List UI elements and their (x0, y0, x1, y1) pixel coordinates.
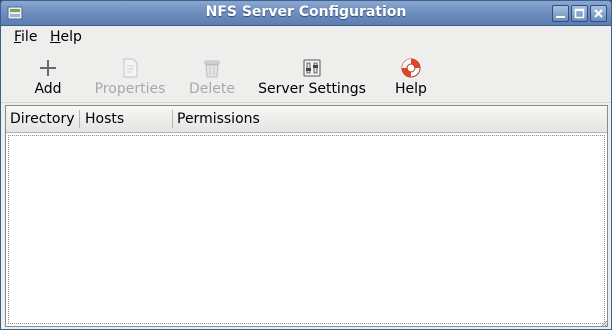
close-icon (594, 9, 603, 18)
minimize-icon (556, 16, 565, 18)
add-button[interactable]: Add (25, 49, 71, 101)
help-button[interactable]: Help (389, 49, 433, 101)
properties-icon (123, 58, 138, 78)
column-header-directory[interactable]: Directory (6, 106, 80, 133)
menu-bar: File Help (1, 26, 611, 48)
title-bar[interactable]: NFS Server Configuration (1, 1, 611, 26)
help-label: Help (395, 81, 427, 97)
menu-help-mnemonic: H (50, 29, 61, 45)
plus-icon (40, 60, 56, 76)
list-body[interactable] (8, 135, 605, 324)
lifebuoy-icon (401, 58, 421, 78)
column-header-permissions[interactable]: Permissions (173, 106, 607, 133)
server-settings-button[interactable]: Server Settings (255, 49, 369, 101)
properties-label: Properties (94, 81, 166, 97)
toolbar: Add Properties Delete Server Settings He… (1, 49, 611, 103)
menu-file-label: ile (21, 29, 38, 45)
menu-file[interactable]: File (14, 29, 37, 45)
minimize-button[interactable] (552, 5, 569, 22)
resize-grip-icon[interactable] (599, 317, 609, 327)
settings-icon (303, 59, 321, 77)
close-button[interactable] (590, 5, 607, 22)
server-settings-label: Server Settings (258, 81, 366, 97)
menu-file-mnemonic: F (14, 29, 22, 45)
window-title: NFS Server Configuration (205, 4, 407, 20)
exports-list[interactable]: Directory Hosts Permissions (5, 105, 608, 327)
maximize-button[interactable] (571, 5, 588, 22)
properties-button[interactable]: Properties (91, 49, 169, 101)
add-label: Add (34, 81, 62, 97)
column-separator[interactable] (79, 110, 80, 128)
delete-label: Delete (189, 81, 235, 97)
delete-button[interactable]: Delete (185, 49, 239, 101)
menu-help[interactable]: Help (50, 29, 82, 45)
list-header: Directory Hosts Permissions (6, 106, 607, 133)
maximize-icon (574, 8, 585, 19)
column-header-hosts[interactable]: Hosts (81, 106, 173, 133)
menu-help-label: elp (60, 29, 82, 45)
trash-icon (204, 60, 220, 78)
nfs-config-window: NFS Server Configuration File Help Add P… (0, 0, 612, 330)
